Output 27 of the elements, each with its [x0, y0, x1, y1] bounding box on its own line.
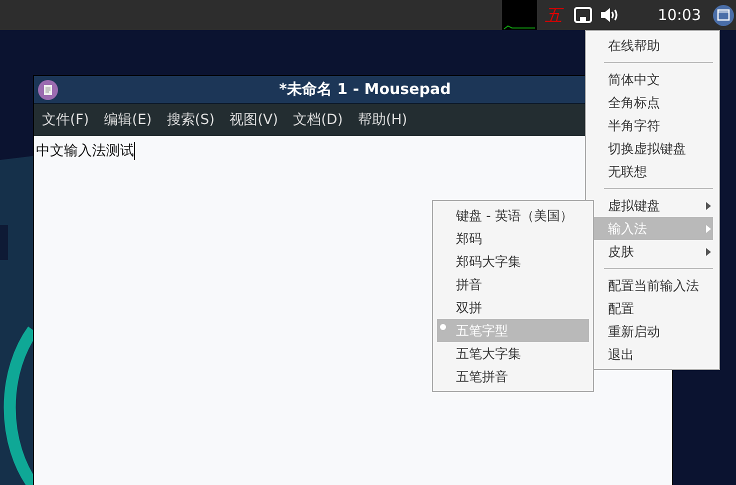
document-icon [38, 80, 58, 100]
menu-item[interactable]: 在线帮助 [590, 34, 713, 57]
menu-item[interactable]: 文档(D) [293, 111, 343, 129]
menu-item[interactable]: 文件(F) [42, 111, 89, 129]
network-icon[interactable] [574, 7, 592, 23]
menu-item[interactable]: 郑码 [437, 227, 589, 250]
menu-item[interactable]: 双拼 [437, 296, 589, 319]
menu-item[interactable]: 五笔拼音 [437, 365, 589, 388]
menu-item[interactable]: 拼音 [437, 273, 589, 296]
menu-item[interactable]: 编辑(E) [104, 111, 152, 129]
menu-item[interactable]: 简体中文 [590, 68, 713, 91]
document-text: 中文输入法测试 [36, 142, 135, 160]
submenu-arrow-icon [706, 202, 711, 210]
submenu-arrow-icon [706, 248, 711, 256]
submenu-arrow-icon [706, 225, 711, 233]
window-title: *未命名 1 - Mousepad [278, 80, 452, 99]
menu-item[interactable]: 五笔大字集 [437, 342, 589, 365]
menu-item[interactable]: 郑码大字集 [437, 250, 589, 273]
menu-item[interactable]: 键盘 - 英语（美国） [437, 204, 589, 227]
menu-item[interactable]: 半角字符 [590, 114, 713, 137]
menu-item[interactable]: 视图(V) [230, 111, 278, 129]
menu-item[interactable]: 搜索(S) [166, 111, 215, 129]
menu-item[interactable]: 全角标点 [590, 91, 713, 114]
window-icon[interactable] [713, 4, 734, 26]
menu-item[interactable]: 帮助(H) [358, 111, 408, 129]
clock: 10:03 [658, 6, 701, 24]
volume-icon[interactable] [600, 8, 620, 22]
